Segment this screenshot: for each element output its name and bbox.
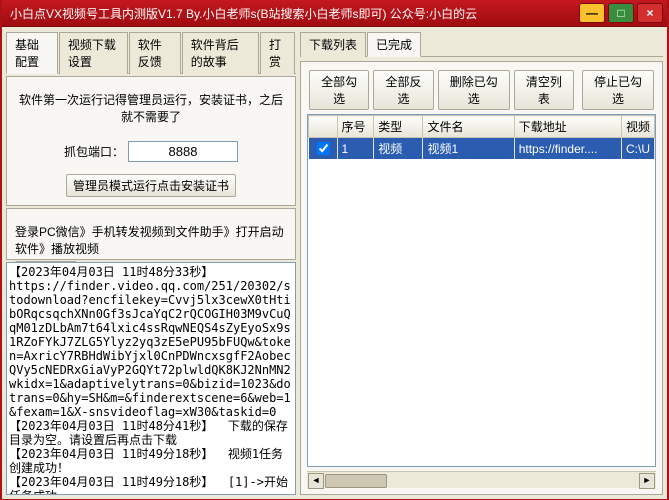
tab-download-settings[interactable]: 视频下载设置 xyxy=(59,32,128,74)
col-type[interactable]: 类型 xyxy=(374,116,423,138)
row-checkbox[interactable] xyxy=(317,142,330,155)
minimize-button[interactable]: — xyxy=(579,3,605,23)
col-filename[interactable]: 文件名 xyxy=(423,116,514,138)
invert-select-button[interactable]: 全部反选 xyxy=(373,70,433,110)
scroll-thumb[interactable] xyxy=(325,474,387,488)
admin-install-cert-button[interactable]: 管理员模式运行点击安装证书 xyxy=(66,174,236,197)
tab-donate[interactable]: 打赏 xyxy=(260,32,295,74)
window-title: 小白点VX视频号工具内测版V1.7 By.小白老师s(B站搜索小白老师s即可) … xyxy=(10,5,576,22)
titlebar: 小白点VX视频号工具内测版V1.7 By.小白老师s(B站搜索小白老师s即可) … xyxy=(2,0,667,27)
tab-basic-config[interactable]: 基础配置 xyxy=(6,32,58,74)
horizontal-scrollbar[interactable]: ◄ ► xyxy=(307,471,656,488)
list-toolbar: 全部勾选 全部反选 删除已勾选 清空列表 停止已勾选 xyxy=(307,68,656,110)
instruction-panel: 登录PC微信》手机转发视频到文件助手》打开启动软件》播放视频 停止软件 联系作者… xyxy=(6,208,296,260)
row-type: 视频 xyxy=(374,138,423,160)
right-tabs: 下载列表 已完成 xyxy=(300,31,663,57)
close-button[interactable]: × xyxy=(637,3,663,23)
instruction-text: 登录PC微信》手机转发视频到文件助手》打开启动软件》播放视频 xyxy=(15,223,287,257)
config-note: 软件第一次运行记得管理员运行，安装证书，之后就不需要了 xyxy=(15,91,287,125)
tab-completed[interactable]: 已完成 xyxy=(367,32,421,57)
row-index: 1 xyxy=(337,138,374,160)
scroll-right-arrow[interactable]: ► xyxy=(639,473,655,489)
port-input[interactable] xyxy=(128,141,238,162)
select-all-button[interactable]: 全部勾选 xyxy=(309,70,369,110)
completed-grid[interactable]: 序号 类型 文件名 下载地址 视频 1 视频 xyxy=(307,114,656,467)
tab-story[interactable]: 软件背后的故事 xyxy=(182,32,259,74)
table-row[interactable]: 1 视频 视频1 https://finder.... C:\U xyxy=(309,138,655,160)
scroll-left-arrow[interactable]: ◄ xyxy=(308,473,324,489)
tab-download-list[interactable]: 下载列表 xyxy=(300,32,366,57)
tab-feedback[interactable]: 软件反馈 xyxy=(129,32,181,74)
log-textarea[interactable]: 【2023年04月03日 11时48分33秒】 https://finder.v… xyxy=(6,262,296,495)
port-label: 抓包端口： xyxy=(64,143,124,160)
col-checkbox[interactable] xyxy=(309,116,338,138)
row-video: C:\U xyxy=(621,138,654,160)
col-video[interactable]: 视频 xyxy=(621,116,654,138)
col-url[interactable]: 下载地址 xyxy=(514,116,621,138)
row-filename: 视频1 xyxy=(423,138,514,160)
clear-list-button[interactable]: 清空列表 xyxy=(514,70,574,110)
stop-selected-button[interactable]: 停止已勾选 xyxy=(582,70,654,110)
col-index[interactable]: 序号 xyxy=(337,116,374,138)
delete-selected-button[interactable]: 删除已勾选 xyxy=(438,70,510,110)
row-url: https://finder.... xyxy=(514,138,621,160)
maximize-button[interactable]: □ xyxy=(608,3,634,23)
left-tabs: 基础配置 视频下载设置 软件反馈 软件背后的故事 打赏 xyxy=(6,31,296,74)
config-panel: 软件第一次运行记得管理员运行，安装证书，之后就不需要了 抓包端口： 管理员模式运… xyxy=(6,76,296,206)
